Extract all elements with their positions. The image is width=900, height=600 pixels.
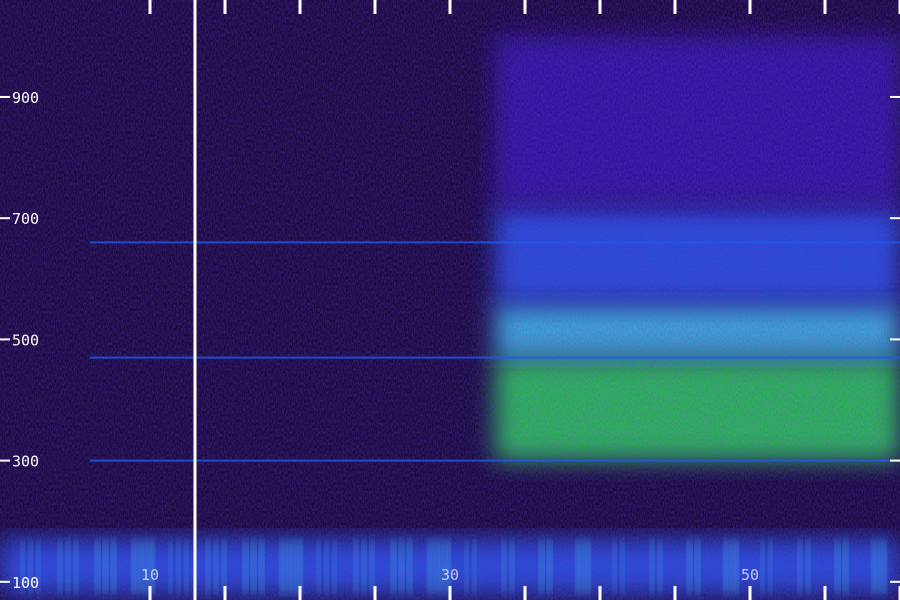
y-tick-label: 500	[12, 331, 39, 349]
y-tick-label: 900	[12, 89, 39, 107]
y-tick-label: 700	[12, 210, 39, 228]
x-tick-label: 30	[441, 566, 459, 584]
noise-texture	[0, 0, 900, 600]
x-tick-label: 50	[741, 566, 759, 584]
spectrogram-chart: 100 300 500 700 900 10 30 50	[0, 0, 900, 600]
y-tick-label: 100	[12, 574, 39, 592]
y-tick-label: 300	[12, 453, 39, 471]
x-tick-label: 10	[141, 566, 159, 584]
